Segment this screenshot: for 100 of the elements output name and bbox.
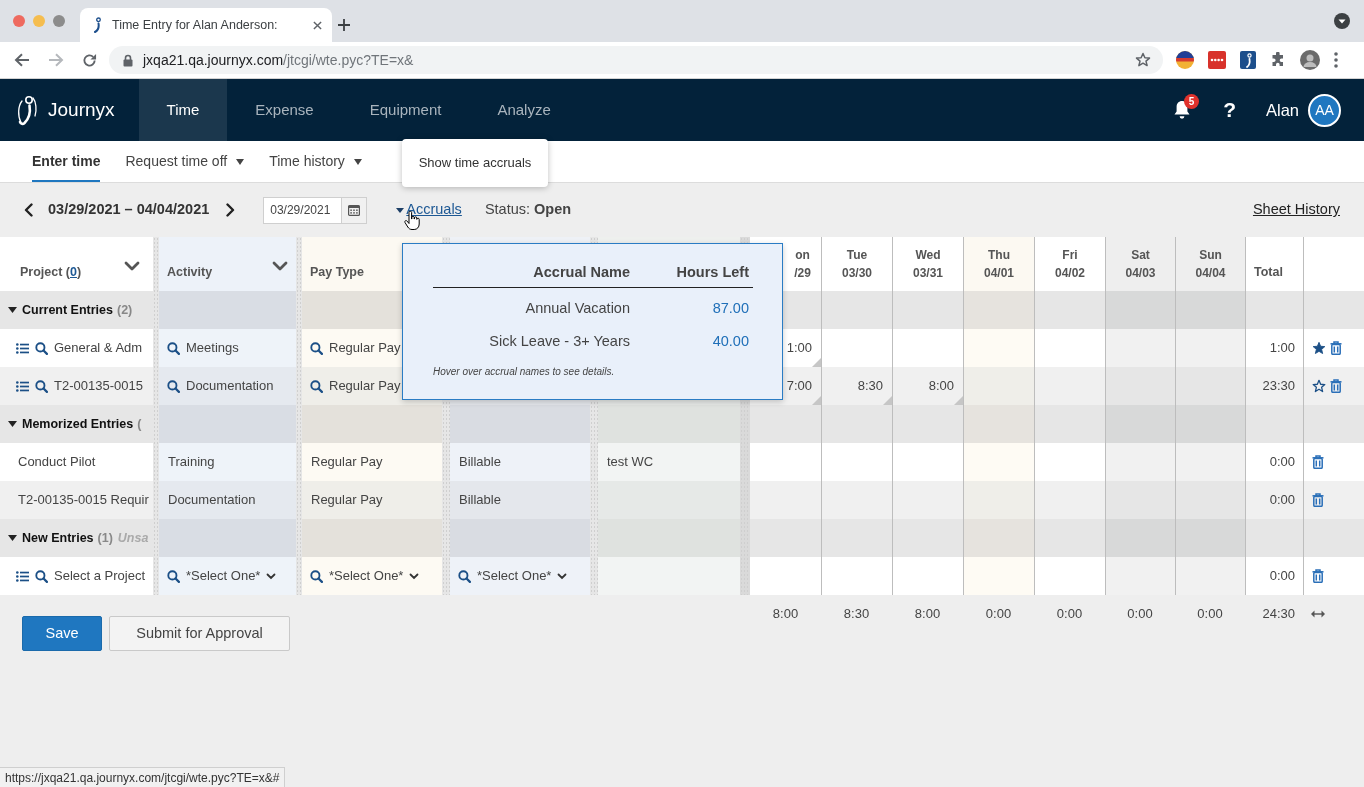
tab-title: Time Entry for Alan Anderson:: [112, 16, 279, 34]
search-icon[interactable]: [167, 341, 180, 355]
search-icon[interactable]: [310, 379, 323, 393]
search-icon[interactable]: [310, 341, 323, 355]
picker-field[interactable]: *Select One*: [450, 557, 590, 595]
count-link[interactable]: 0: [70, 265, 77, 279]
hours-field[interactable]: [963, 443, 1034, 481]
picker-field[interactable]: Meetings: [159, 329, 296, 367]
star-icon[interactable]: [1312, 341, 1326, 355]
subnav-tab[interactable]: Time history: [269, 141, 362, 182]
hours-field[interactable]: [1175, 367, 1245, 405]
bookmark-star-icon[interactable]: [1135, 52, 1151, 68]
list-icon[interactable]: [16, 380, 29, 392]
hours-field[interactable]: 8:30: [821, 367, 892, 405]
search-icon[interactable]: [310, 569, 323, 583]
hours-field[interactable]: [1105, 481, 1175, 519]
hours-field[interactable]: [750, 557, 821, 595]
dots-extension-icon[interactable]: [1208, 51, 1226, 69]
column-resize-handle[interactable]: [153, 237, 159, 595]
group-header[interactable]: Memorized Entries (: [0, 405, 153, 443]
search-icon[interactable]: [35, 341, 48, 355]
hours-field[interactable]: [821, 443, 892, 481]
group-header[interactable]: New Entries (1) Unsa: [0, 519, 153, 557]
hours-field[interactable]: [1175, 481, 1245, 519]
hours-field[interactable]: [963, 481, 1034, 519]
hours-field[interactable]: [750, 443, 821, 481]
back-icon[interactable]: [14, 53, 30, 67]
reload-icon[interactable]: [82, 52, 97, 68]
nav-tab[interactable]: Expense: [227, 79, 342, 141]
search-icon[interactable]: [167, 379, 180, 393]
hours-field[interactable]: [1105, 367, 1175, 405]
hours-field[interactable]: [821, 329, 892, 367]
chevron-right-icon[interactable]: [226, 203, 236, 217]
list-icon[interactable]: [16, 570, 29, 582]
window-zoom-icon[interactable]: [53, 15, 65, 27]
close-icon[interactable]: [313, 20, 322, 30]
hours-field[interactable]: 8:00: [892, 367, 963, 405]
total-value: 0:00: [985, 604, 1012, 623]
hours-field[interactable]: [821, 557, 892, 595]
date-field[interactable]: 03/29/2021: [263, 196, 342, 224]
trash-icon[interactable]: [1312, 493, 1324, 507]
accrual-name[interactable]: Sick Leave - 3+ Years: [489, 332, 630, 349]
hours-field[interactable]: [1034, 443, 1105, 481]
subnav-tab[interactable]: Enter time: [32, 141, 101, 182]
help-button[interactable]: ?: [1223, 94, 1236, 126]
profile-avatar[interactable]: [1300, 50, 1320, 70]
list-icon[interactable]: [16, 342, 29, 354]
search-icon[interactable]: [35, 379, 48, 393]
search-icon[interactable]: [458, 569, 471, 583]
hours-field[interactable]: [892, 443, 963, 481]
sheet-history-link[interactable]: Sheet History: [1252, 199, 1340, 221]
picker-field[interactable]: *Select One*: [302, 557, 442, 595]
hours-field[interactable]: [963, 557, 1034, 595]
browser-tab[interactable]: Time Entry for Alan Anderson:: [80, 8, 332, 42]
user-avatar[interactable]: AA: [1308, 93, 1341, 127]
chevron-down-icon[interactable]: [124, 261, 140, 271]
chevron-left-icon[interactable]: [24, 203, 33, 217]
picker-field[interactable]: Select a Project: [0, 557, 153, 595]
window-close-icon[interactable]: [13, 15, 25, 27]
chevron-down-icon[interactable]: [266, 572, 277, 580]
column-header: Accrual Name: [532, 263, 630, 282]
search-icon[interactable]: [167, 569, 180, 583]
hours-field[interactable]: [963, 367, 1034, 405]
hours-field[interactable]: [1034, 557, 1105, 595]
table-cell: Training: [159, 443, 296, 481]
puzzle-icon[interactable]: [1270, 52, 1286, 68]
day-name: Thu: [988, 247, 1010, 264]
trash-icon[interactable]: [1312, 455, 1324, 469]
menu-icon[interactable]: [1334, 52, 1338, 68]
column-resize-handle[interactable]: [296, 237, 302, 595]
submit-button[interactable]: Submit for Approval: [109, 616, 290, 651]
trash-icon[interactable]: [1312, 569, 1324, 583]
ring-extension-icon[interactable]: [1176, 51, 1194, 69]
hours-field[interactable]: [1034, 329, 1105, 367]
calendar-button[interactable]: [341, 196, 368, 224]
nav-tab[interactable]: Time: [138, 79, 228, 141]
trash-icon[interactable]: [1330, 341, 1342, 355]
search-icon[interactable]: [35, 569, 48, 583]
new-tab-icon[interactable]: [338, 19, 350, 31]
picker-field[interactable]: General & Adm: [0, 329, 153, 367]
save-button[interactable]: Save: [22, 616, 102, 651]
accruals-link[interactable]: Accruals: [396, 199, 462, 221]
nav-tab[interactable]: Equipment: [341, 79, 470, 141]
chevron-down-icon[interactable]: [272, 261, 288, 271]
picker-field[interactable]: Documentation: [159, 367, 296, 405]
chevron-down-icon[interactable]: [409, 572, 420, 580]
trash-icon[interactable]: [1330, 379, 1342, 393]
accrual-name[interactable]: Annual Vacation: [525, 299, 630, 316]
caret-circle-icon[interactable]: [1334, 13, 1350, 29]
subnav-tab[interactable]: Request time off: [125, 141, 245, 182]
nav-tab[interactable]: Analyze: [469, 79, 579, 141]
hours-field[interactable]: [892, 557, 963, 595]
group-header[interactable]: Current Entries (2): [0, 291, 153, 329]
hours-field[interactable]: [892, 329, 963, 367]
logo-extension-icon[interactable]: [1240, 51, 1256, 69]
hours-field[interactable]: [963, 329, 1034, 367]
picker-field[interactable]: *Select One*: [159, 557, 296, 595]
star-icon[interactable]: [1312, 379, 1326, 393]
chevron-down-icon[interactable]: [557, 572, 568, 580]
address-field[interactable]: jxqa21.qa.journyx.com/jtcgi/wte.pyc?TE=x&: [109, 46, 1163, 74]
